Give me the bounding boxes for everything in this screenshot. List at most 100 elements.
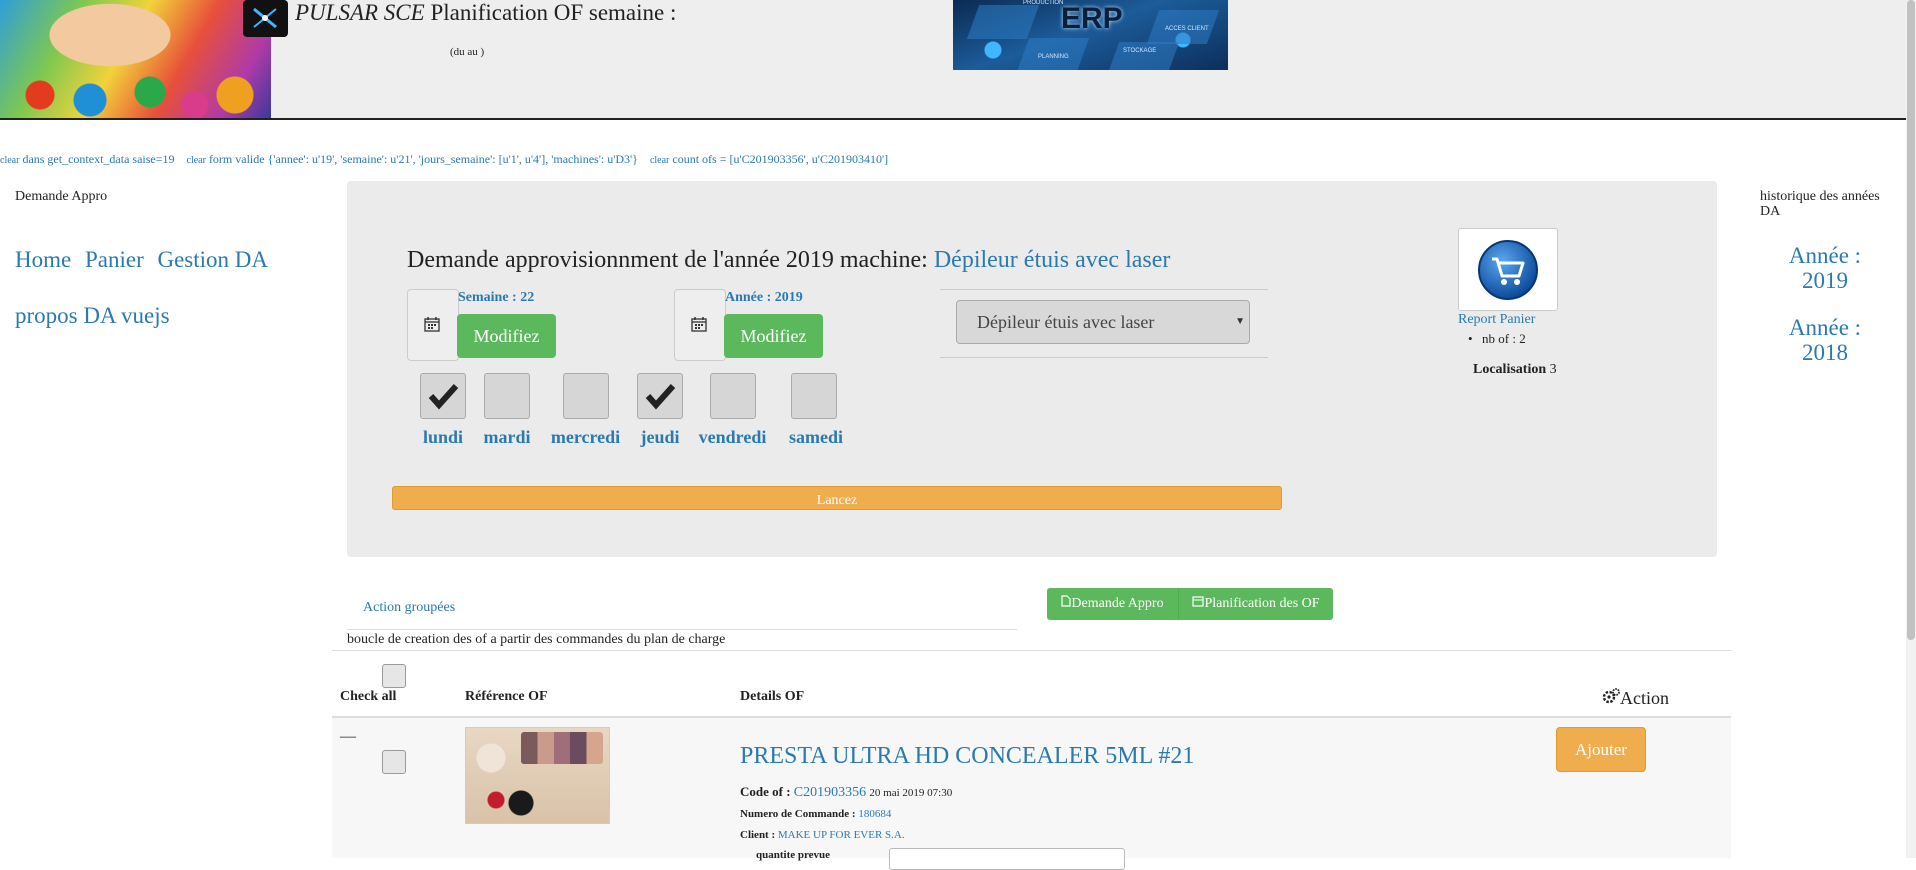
demande-appro-button[interactable]: Demande Appro [1047, 588, 1178, 620]
day-checkbox[interactable] [420, 373, 466, 419]
erp-banner-text: ERP [1061, 2, 1123, 35]
checkmark-icon [645, 383, 676, 410]
add-button[interactable]: Ajouter [1556, 727, 1646, 772]
year-calendar-button[interactable] [674, 289, 726, 361]
divider [347, 629, 1017, 630]
code-of-link[interactable]: C201903356 [794, 785, 866, 800]
day-mercredi[interactable]: mercredi [548, 373, 623, 448]
header-bar: PULSAR SCE Planification OF semaine : (d… [0, 0, 1906, 120]
nav-panier[interactable]: Panier [85, 247, 144, 272]
product-name-link[interactable]: PRESTA ULTRA HD CONCEALER 5ML #21 [740, 743, 1194, 770]
scrollbar-thumb[interactable] [1907, 0, 1915, 640]
row-toggle[interactable]: — [340, 728, 356, 746]
sidebar-nav: Home Panier Gestion DA propos DA vuejs [15, 232, 315, 344]
report-panier-link[interactable]: Report Panier [1458, 312, 1535, 328]
code-of-label: Code of : [740, 784, 791, 799]
calendar-icon [424, 317, 440, 332]
machine-select-value: Dépileur étuis avec laser [977, 312, 1155, 332]
localisation: Localisation 3 [1473, 362, 1557, 378]
client-label: Client : [740, 829, 776, 841]
page-title: PULSAR SCE Planification OF semaine : [295, 0, 676, 26]
planification-label: Planification des OF [1204, 596, 1320, 611]
day-label: mardi [483, 427, 531, 447]
day-label: samedi [789, 427, 843, 447]
localisation-label: Localisation [1473, 362, 1547, 377]
history-title: historique des années DA [1760, 189, 1880, 219]
calendar-icon [1192, 596, 1205, 607]
week-label: Semaine : 22 [458, 290, 535, 305]
day-vendredi[interactable]: vendredi [695, 373, 770, 448]
check-all-checkbox[interactable] [382, 664, 406, 688]
client-link[interactable]: MAKE UP FOR EVER S.A. [778, 829, 905, 841]
cart-count: nb of : 2 [1468, 331, 1526, 347]
history-year-2019[interactable]: Année : 2019 [1770, 243, 1880, 293]
header-reference-of: Référence OF [465, 689, 548, 704]
launch-button[interactable]: Lancez [392, 486, 1282, 510]
order-number-link[interactable]: 180684 [858, 808, 891, 820]
localisation-value: 3 [1549, 362, 1557, 377]
machine-select[interactable]: Dépileur étuis avec laser ▼ [956, 300, 1250, 344]
banner-tag: PLANNING [1038, 54, 1069, 60]
day-checkbox[interactable] [637, 373, 683, 419]
caret-down-icon: ▼ [1235, 316, 1245, 327]
debug-messages: clear dans get_context_data saise=19 cle… [0, 152, 888, 167]
day-checkbox[interactable] [791, 373, 837, 419]
title-text: Planification OF semaine : [430, 0, 677, 25]
day-checkbox[interactable] [484, 373, 530, 419]
header-action-label: Action [1620, 688, 1669, 708]
modify-year-button[interactable]: Modifiez [724, 314, 823, 358]
header-check-all: Check all [340, 689, 397, 704]
loop-note: boucle de creation des of a partir des c… [347, 632, 726, 647]
client-line: Client : MAKE UP FOR EVER S.A. [740, 829, 905, 841]
debug-clear-link[interactable]: clear [650, 155, 669, 166]
row-checkbox[interactable] [382, 750, 406, 774]
debug-message: count ofs = [u'C201903356', u'C201903410… [672, 152, 889, 166]
nav-home[interactable]: Home [15, 247, 71, 272]
order-number-line: Numero de Commande : 180684 [740, 808, 891, 820]
sidebar-title: Demande Appro [15, 189, 108, 204]
banner-tag: STOCKAGE [1123, 48, 1157, 54]
pulsar-logo-icon [243, 0, 288, 37]
day-label: jeudi [640, 427, 680, 447]
code-of-line: Code of : C201903356 20 mai 2019 07:30 [740, 784, 952, 801]
nav-propos-da-vuejs[interactable]: propos DA vuejs [15, 303, 170, 328]
banner-tag: ACCES CLIENT [1165, 26, 1209, 32]
day-label: mercredi [550, 427, 621, 447]
quantity-input[interactable] [889, 848, 1125, 870]
week-calendar-button[interactable] [407, 289, 459, 361]
group-action-link[interactable]: Action groupées [363, 600, 455, 616]
order-number-label: Numero de Commande : [740, 808, 856, 820]
day-checkbox[interactable] [709, 373, 756, 419]
day-mardi[interactable]: mardi [482, 373, 532, 448]
demande-appro-label: Demande Appro [1071, 596, 1164, 611]
product-image [465, 727, 610, 824]
header-details-of: Details OF [740, 689, 805, 704]
quantity-line: quantite prevue [756, 849, 830, 861]
heading-machine: Dépileur étuis avec laser [933, 247, 1171, 273]
cart-button[interactable] [1458, 228, 1558, 311]
modify-week-button[interactable]: Modifiez [457, 314, 556, 358]
day-checkbox[interactable] [562, 373, 609, 419]
history-year-2018[interactable]: Année : 2018 [1770, 315, 1880, 365]
header-hero-image [0, 0, 271, 118]
heading-text: Demande approvisionnment de l'année 2019… [407, 247, 928, 273]
day-lundi[interactable]: lundi [418, 373, 468, 448]
header-action: Action [1602, 688, 1669, 709]
debug-clear-link[interactable]: clear [0, 155, 19, 166]
day-jeudi[interactable]: jeudi [635, 373, 685, 448]
calendar-icon [691, 317, 707, 332]
quantity-label: quantite prevue [756, 849, 831, 861]
checkmark-icon [428, 383, 459, 410]
day-samedi[interactable]: samedi [789, 373, 843, 448]
planification-button[interactable]: Planification des OF [1178, 588, 1333, 620]
brand-name: PULSAR SCE [295, 0, 425, 25]
table-top-border [332, 650, 1731, 651]
banner-tag: PRODUCTION [1023, 0, 1064, 6]
shopping-cart-icon [1478, 240, 1538, 300]
nav-gestion-da[interactable]: Gestion DA [157, 247, 268, 272]
panel-heading: Demande approvisionnment de l'année 2019… [407, 247, 1170, 274]
debug-clear-link[interactable]: clear [187, 155, 206, 166]
year-label: Année : 2019 [725, 290, 803, 305]
debug-message: form valide {'annee': u'19', 'semaine': … [208, 152, 638, 166]
day-label: vendredi [698, 427, 767, 447]
